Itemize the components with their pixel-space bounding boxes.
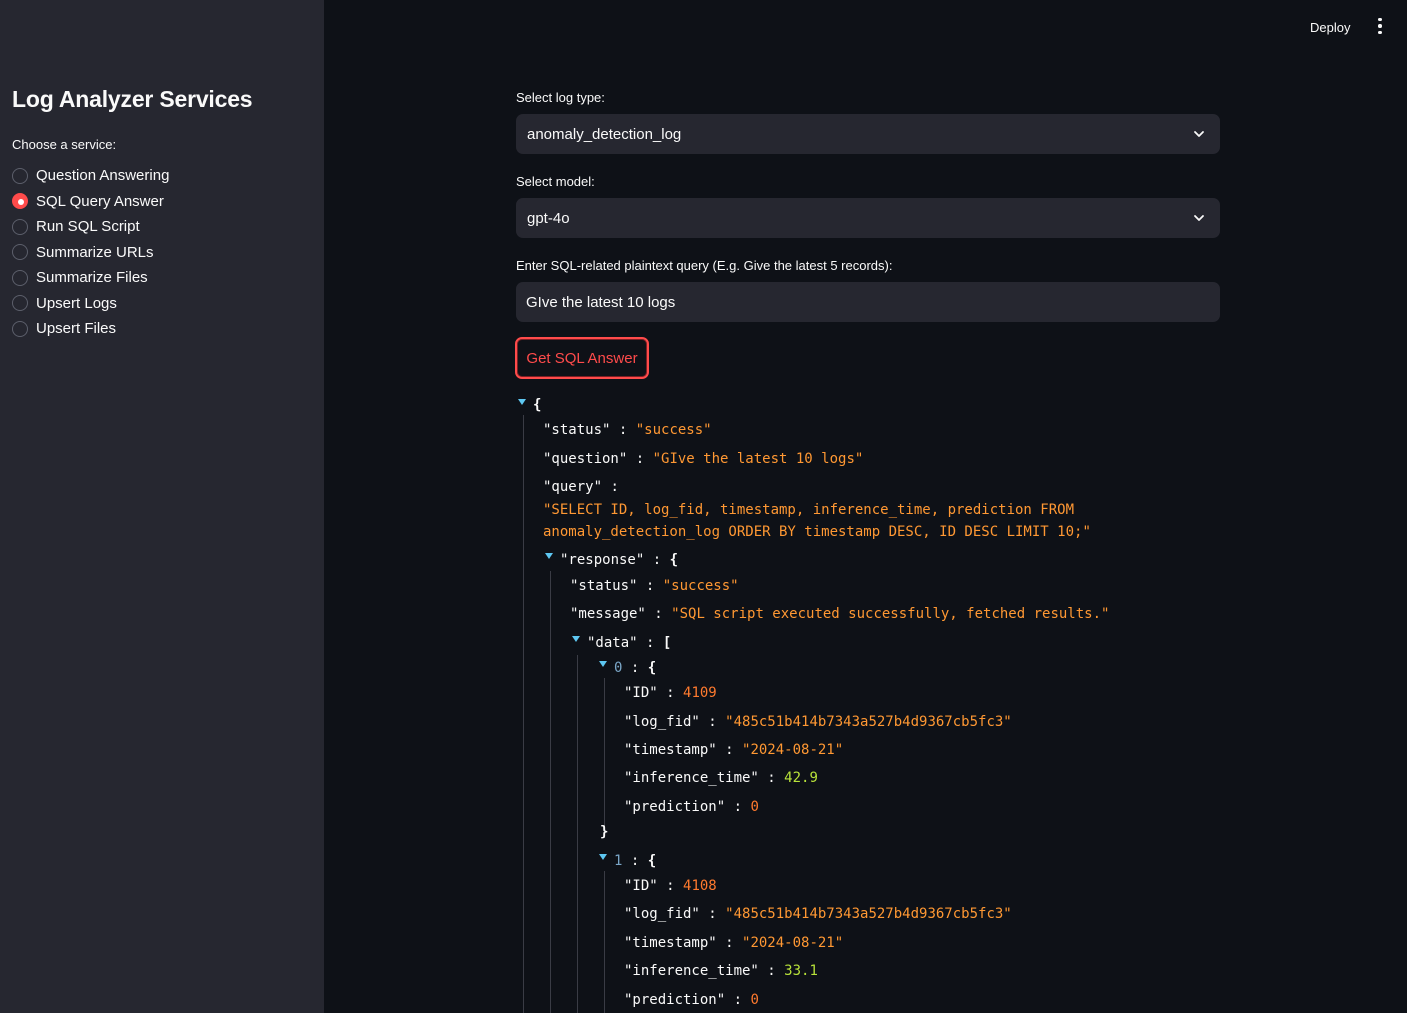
json-indent-guide xyxy=(604,871,605,1013)
sidebar-title: Log Analyzer Services xyxy=(12,86,253,112)
json-value: "success" xyxy=(662,578,739,594)
radio-upsert-files[interactable]: Upsert Files xyxy=(12,316,169,342)
radio-label[interactable]: Summarize URLs xyxy=(36,244,154,261)
json-viewer: { "status" : "success" "question" : "GIv… xyxy=(516,393,1256,1013)
radio-summarize-urls[interactable]: Summarize URLs xyxy=(12,240,169,266)
json-row-id: "ID" : 4108 xyxy=(624,878,717,894)
json-row-message: "message" : "SQL script executed success… xyxy=(570,606,1110,622)
collapse-toggle-icon[interactable] xyxy=(545,553,553,559)
radio-run-sql-script[interactable]: Run SQL Script xyxy=(12,214,169,240)
radio-button-icon[interactable] xyxy=(12,218,28,235)
json-row-index-0: 0 : { xyxy=(614,660,657,676)
collapse-toggle-icon[interactable] xyxy=(599,661,607,667)
json-value: "2024-08-21" xyxy=(742,935,844,951)
radio-label[interactable]: Upsert Logs xyxy=(36,295,117,312)
json-value: 0 xyxy=(750,799,759,815)
query-input-value: GIve the latest 10 logs xyxy=(526,293,676,311)
get-sql-answer-button[interactable]: Get SQL Answer xyxy=(515,337,649,379)
json-row-data: "data" : [ xyxy=(587,635,672,651)
json-row-response: "response" : { xyxy=(560,552,679,568)
json-row-timestamp: "timestamp" : "2024-08-21" xyxy=(624,742,844,758)
radio-button-icon[interactable] xyxy=(12,320,28,337)
json-indent-guide xyxy=(523,415,524,1013)
json-row-inference-time: "inference_time" : 33.1 xyxy=(624,963,818,979)
chevron-down-icon xyxy=(1194,131,1204,137)
query-input[interactable]: GIve the latest 10 logs xyxy=(516,282,1220,322)
radio-label[interactable]: Upsert Files xyxy=(36,320,116,337)
radio-button-icon[interactable] xyxy=(12,269,28,286)
json-indent-guide xyxy=(577,655,578,1013)
radio-button-icon[interactable] xyxy=(12,295,28,312)
json-value: "2024-08-21" xyxy=(742,742,844,758)
json-row-timestamp: "timestamp" : "2024-08-21" xyxy=(624,935,844,951)
json-row-log-fid: "log_fid" : "485c51b414b7343a527b4d9367c… xyxy=(624,906,1012,922)
json-row-prediction: "prediction" : 0 xyxy=(624,799,759,815)
service-radio-group: Question Answering SQL Query Answer Run … xyxy=(12,163,169,342)
service-radio-label: Choose a service: xyxy=(12,137,117,152)
radio-sql-query-answer[interactable]: SQL Query Answer xyxy=(12,189,169,215)
radio-question-answering[interactable]: Question Answering xyxy=(12,163,169,189)
log-type-select[interactable]: anomaly_detection_log xyxy=(516,114,1220,154)
json-indent-guide xyxy=(550,571,551,1013)
radio-button-selected-icon[interactable] xyxy=(12,193,28,210)
radio-button-icon[interactable] xyxy=(12,244,28,261)
radio-label[interactable]: SQL Query Answer xyxy=(36,193,164,210)
json-value: "SQL script executed successfully, fetch… xyxy=(671,606,1110,622)
json-row-prediction: "prediction" : 0 xyxy=(624,992,759,1008)
json-row-inference-time: "inference_time" : 42.9 xyxy=(624,770,818,786)
radio-button-icon[interactable] xyxy=(12,167,28,184)
json-row-question: "question" : "GIve the latest 10 logs" xyxy=(543,451,864,467)
json-value: 33.1 xyxy=(784,963,818,979)
json-value-query-1: "SELECT ID, log_fid, timestamp, inferenc… xyxy=(543,502,1075,518)
collapse-toggle-icon[interactable] xyxy=(518,399,526,405)
json-row-query: "query" : xyxy=(543,479,619,495)
json-row-id: "ID" : 4109 xyxy=(624,685,717,701)
json-value: "GIve the latest 10 logs" xyxy=(652,451,864,467)
collapse-toggle-icon[interactable] xyxy=(599,854,607,860)
deploy-button[interactable]: Deploy xyxy=(1296,14,1364,40)
query-label: Enter SQL-related plaintext query (E.g. … xyxy=(516,258,893,273)
log-type-label: Select log type: xyxy=(516,90,605,105)
json-row-response-status: "status" : "success" xyxy=(570,578,739,594)
more-vertical-icon[interactable] xyxy=(1370,15,1390,37)
json-value: "485c51b414b7343a527b4d9367cb5fc3" xyxy=(725,906,1012,922)
radio-upsert-logs[interactable]: Upsert Logs xyxy=(12,291,169,317)
model-label: Select model: xyxy=(516,174,595,189)
json-row-index-1: 1 : { xyxy=(614,853,657,869)
chevron-down-icon xyxy=(1194,215,1204,221)
model-value: gpt-4o xyxy=(527,209,570,227)
json-row-status: "status" : "success" xyxy=(543,422,712,438)
radio-label[interactable]: Summarize Files xyxy=(36,269,148,286)
sidebar: Log Analyzer Services Choose a service: … xyxy=(0,0,324,1013)
json-indent-guide xyxy=(604,678,605,826)
radio-label[interactable]: Run SQL Script xyxy=(36,218,140,235)
json-value: 42.9 xyxy=(784,770,818,786)
json-close-brace: } xyxy=(600,824,609,840)
collapse-toggle-icon[interactable] xyxy=(572,636,580,642)
json-value: "485c51b414b7343a527b4d9367cb5fc3" xyxy=(725,714,1012,730)
radio-summarize-files[interactable]: Summarize Files xyxy=(12,265,169,291)
json-value: 0 xyxy=(750,992,759,1008)
json-value: 4108 xyxy=(683,878,717,894)
log-type-value: anomaly_detection_log xyxy=(527,125,682,143)
json-value: 4109 xyxy=(683,685,717,701)
radio-label[interactable]: Question Answering xyxy=(36,167,169,184)
json-value-query-2: anomaly_detection_log ORDER BY timestamp… xyxy=(543,524,1091,540)
json-value: "success" xyxy=(635,422,712,438)
json-row-log-fid: "log_fid" : "485c51b414b7343a527b4d9367c… xyxy=(624,714,1012,730)
model-select[interactable]: gpt-4o xyxy=(516,198,1220,238)
json-open-brace: { xyxy=(533,397,542,413)
